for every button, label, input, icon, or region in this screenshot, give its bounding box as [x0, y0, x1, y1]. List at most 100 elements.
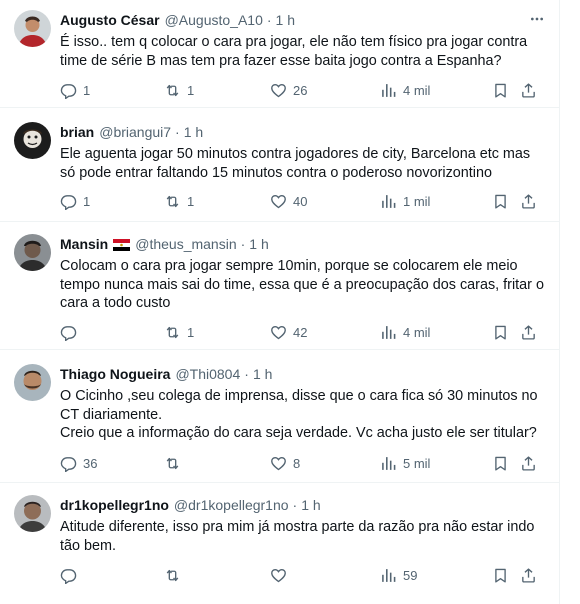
like-icon	[270, 455, 287, 472]
views-icon	[380, 82, 397, 99]
like-button[interactable]: 42	[270, 322, 307, 342]
views-button[interactable]: 5 mil	[380, 453, 430, 473]
like-icon	[270, 193, 287, 210]
views-button[interactable]: 1 mil	[380, 191, 430, 211]
reply-button[interactable]: 1	[60, 80, 90, 100]
views-count: 59	[403, 567, 418, 583]
avatar[interactable]	[14, 122, 51, 159]
reply-button[interactable]	[60, 322, 83, 342]
more-button[interactable]	[528, 10, 546, 28]
retweet-icon	[164, 193, 181, 210]
tweet-text: Atitude diferente, isso pra mim já mostr…	[60, 518, 546, 555]
author-handle[interactable]: @Augusto_A10	[165, 12, 263, 28]
author-handle[interactable]: @theus_mansin	[135, 236, 236, 252]
timestamp[interactable]: 1 h	[253, 366, 272, 382]
author-handle[interactable]: @Thi0804	[175, 366, 240, 382]
share-icon	[520, 455, 537, 472]
retweet-icon	[164, 567, 181, 584]
bookmark-button[interactable]	[492, 191, 509, 211]
bookmark-icon	[492, 82, 509, 99]
share-button[interactable]	[520, 322, 537, 342]
tweet-text-line: O Cicinho ,seu colega de imprensa, disse…	[60, 388, 538, 404]
views-icon	[380, 193, 397, 210]
author-name[interactable]: Mansin	[60, 236, 108, 252]
retweet-button[interactable]	[164, 453, 187, 473]
like-count: 26	[293, 82, 308, 98]
avatar[interactable]	[14, 234, 51, 271]
reply-button[interactable]: 36	[60, 453, 97, 473]
author-handle[interactable]: @dr1kopellegr1no	[174, 497, 289, 513]
tweet[interactable]: dr1kopellegr1no @dr1kopellegr1no · 1 h A…	[0, 483, 560, 604]
author-name[interactable]: Augusto César	[60, 12, 160, 28]
separator: ·	[240, 236, 246, 252]
tweet-text-line: tempo nunca mais sai do time, essa que é…	[60, 276, 544, 293]
tweet[interactable]: Augusto César @Augusto_A10 · 1 h É isso.…	[0, 0, 560, 108]
reply-feed: Augusto César @Augusto_A10 · 1 h É isso.…	[0, 0, 560, 604]
retweet-count: 1	[187, 82, 195, 98]
views-count: 1 mil	[403, 193, 431, 209]
views-count: 5 mil	[403, 455, 431, 471]
avatar[interactable]	[14, 10, 51, 47]
retweet-button[interactable]	[164, 565, 187, 585]
timestamp[interactable]: 1 h	[301, 497, 320, 513]
tweet[interactable]: brian @briangui7 · 1 h Ele aguenta jogar…	[0, 108, 560, 222]
tweet-text-line: cara a todo custo	[60, 295, 171, 312]
avatar[interactable]	[14, 364, 51, 401]
views-icon	[380, 455, 397, 472]
like-icon	[270, 567, 287, 584]
timestamp[interactable]: 1 h	[276, 12, 295, 28]
tweet[interactable]: Mansin @theus_mansin · 1 h Colocam o car…	[0, 222, 560, 350]
retweet-button[interactable]: 1	[164, 80, 194, 100]
author-name[interactable]: Thiago Nogueira	[60, 366, 170, 382]
bookmark-icon	[492, 455, 509, 472]
author-name[interactable]: dr1kopellegr1no	[60, 497, 169, 513]
reply-button[interactable]	[60, 565, 83, 585]
reply-icon	[60, 324, 77, 341]
separator: ·	[266, 12, 272, 28]
share-button[interactable]	[520, 191, 537, 211]
author-name[interactable]: brian	[60, 124, 94, 140]
views-button[interactable]: 59	[380, 565, 417, 585]
bookmark-icon	[492, 193, 509, 210]
reply-icon	[60, 82, 77, 99]
tweet-text-line: CT diariamente.	[60, 406, 163, 423]
like-button[interactable]	[270, 565, 293, 585]
views-button[interactable]: 4 mil	[380, 80, 430, 100]
avatar[interactable]	[14, 495, 51, 532]
action-bar: 59	[60, 565, 550, 585]
retweet-button[interactable]: 1	[164, 322, 194, 342]
tweet-text: Ele aguenta jogar 50 minutos contra joga…	[60, 145, 546, 182]
separator: ·	[292, 497, 298, 513]
tweet[interactable]: Thiago Nogueira @Thi0804 · 1 h O Cicinho…	[0, 350, 560, 483]
like-button[interactable]: 40	[270, 191, 307, 211]
like-button[interactable]: 8	[270, 453, 300, 473]
timestamp[interactable]: 1 h	[249, 236, 268, 252]
reply-count: 1	[83, 193, 91, 209]
tweet-text-line: É isso.. tem q colocar o cara pra jogar,…	[60, 34, 528, 50]
share-button[interactable]	[520, 80, 537, 100]
retweet-button[interactable]: 1	[164, 191, 194, 211]
action-bar: 1 1 26 4 mil	[60, 80, 550, 100]
author-handle[interactable]: @briangui7	[99, 124, 171, 140]
bookmark-button[interactable]	[492, 80, 509, 100]
reply-count: 36	[83, 455, 98, 471]
like-icon	[270, 82, 287, 99]
reply-button[interactable]: 1	[60, 191, 90, 211]
like-icon	[270, 324, 287, 341]
share-button[interactable]	[520, 565, 537, 585]
like-button[interactable]: 26	[270, 80, 307, 100]
bookmark-button[interactable]	[492, 565, 509, 585]
bookmark-button[interactable]	[492, 322, 509, 342]
views-icon	[380, 567, 397, 584]
bookmark-icon	[492, 324, 509, 341]
egypt-flag-icon	[113, 238, 131, 251]
views-button[interactable]: 4 mil	[380, 322, 430, 342]
share-button[interactable]	[520, 453, 537, 473]
views-count: 4 mil	[403, 82, 431, 98]
like-count: 8	[293, 455, 301, 471]
tweet-text: É isso.. tem q colocar o cara pra jogar,…	[60, 33, 546, 70]
reply-icon	[60, 193, 77, 210]
bookmark-button[interactable]	[492, 453, 509, 473]
views-icon	[380, 324, 397, 341]
timestamp[interactable]: 1 h	[184, 124, 203, 140]
